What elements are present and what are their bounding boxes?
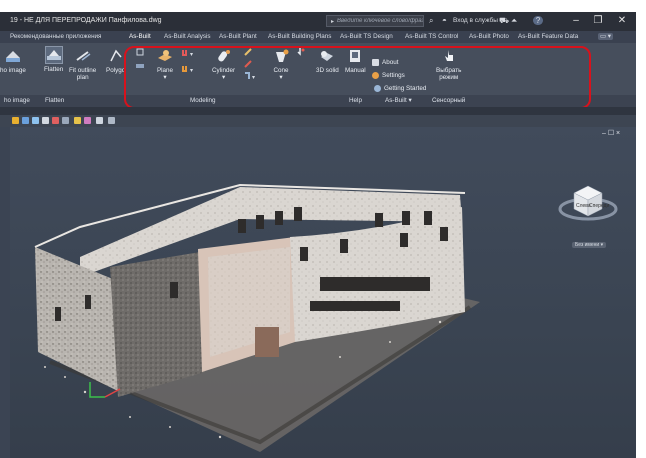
top-margin bbox=[0, 0, 646, 12]
polygon-button[interactable]: Polygo bbox=[106, 47, 125, 74]
chevron-right-icon: ▸ bbox=[331, 18, 335, 25]
minimize-button[interactable]: – bbox=[568, 14, 584, 28]
tab-as-built-feature-data[interactable]: As-Built Feature Data bbox=[518, 33, 578, 40]
tab-as-built-ts-control[interactable]: As-Built TS Control bbox=[405, 33, 458, 40]
tab-as-built-building-plans[interactable]: As-Built Building Plans bbox=[268, 33, 331, 40]
3d-viewport[interactable]: – ☐ × Слева Спереди Без имени ▾ bbox=[10, 127, 636, 458]
flatten-icon bbox=[44, 46, 63, 64]
question-icon[interactable]: ? bbox=[533, 16, 543, 25]
visual-style-icon[interactable] bbox=[32, 117, 39, 124]
panel-flatten: Flatten bbox=[45, 97, 65, 104]
autocad-window: 19 - НЕ ДЛЯ ПЕРЕПРОДАЖИ Панфилова.dwg ▸ … bbox=[0, 12, 636, 458]
palette-icon[interactable] bbox=[84, 117, 91, 124]
point-cloud-building bbox=[34, 183, 480, 452]
ortho-image-button[interactable]: ho image bbox=[0, 47, 26, 74]
panel-ortho-image: ho image bbox=[4, 97, 30, 104]
ribbon-separator bbox=[0, 107, 636, 115]
snap-icon[interactable] bbox=[52, 117, 59, 124]
tab-as-built-photo[interactable]: As-Built Photo bbox=[469, 33, 509, 40]
pencil-tool-icon[interactable] bbox=[74, 117, 81, 124]
fit-outline-plan-button[interactable]: Fit outline plan bbox=[69, 47, 96, 81]
close-button[interactable]: ✕ bbox=[614, 14, 630, 28]
layer-icon[interactable] bbox=[12, 117, 19, 124]
tag-icon[interactable] bbox=[108, 117, 115, 124]
ribbon-tabs: Рекомендованные приложения As-Built As-B… bbox=[0, 31, 636, 43]
signin-button[interactable]: Вход в службы bbox=[453, 17, 498, 24]
search-placeholder: Введите ключевое слово/фразу bbox=[337, 18, 423, 24]
binoculars-icon[interactable]: ⌕ bbox=[429, 16, 433, 26]
highlight-outline bbox=[124, 46, 591, 109]
quick-toolbar bbox=[0, 115, 636, 127]
window-title: 19 - НЕ ДЛЯ ПЕРЕПРОДАЖИ Панфилова.dwg bbox=[10, 17, 162, 24]
view-icon[interactable] bbox=[22, 117, 29, 124]
cart-icon[interactable]: ⛟ bbox=[499, 16, 509, 26]
fit-outline-icon bbox=[74, 47, 92, 65]
flatten-button[interactable]: Flatten bbox=[44, 46, 63, 73]
ortho-icon[interactable] bbox=[62, 117, 69, 124]
user-icon[interactable]: ◓ bbox=[442, 16, 447, 25]
restore-button[interactable]: ❐ bbox=[590, 14, 606, 28]
title-bar: 19 - НЕ ДЛЯ ПЕРЕПРОДАЖИ Панфилова.dwg ▸ … bbox=[0, 12, 636, 31]
ortho-image-icon bbox=[4, 47, 22, 65]
tab-as-built-ts-design[interactable]: As-Built TS Design bbox=[340, 33, 393, 40]
measure-icon[interactable] bbox=[96, 117, 103, 124]
tab-as-built-analysis[interactable]: As-Built Analysis bbox=[164, 33, 211, 40]
tab-as-built-plant[interactable]: As-Built Plant bbox=[219, 33, 257, 40]
grid-icon[interactable] bbox=[42, 117, 49, 124]
polygon-icon bbox=[107, 47, 125, 65]
tab-as-built[interactable]: As-Built bbox=[129, 33, 151, 40]
right-margin bbox=[636, 0, 646, 458]
tab-overflow-icon[interactable]: ▭ ▾ bbox=[598, 33, 613, 40]
search-input[interactable]: ▸ Введите ключевое слово/фразу bbox=[326, 15, 424, 27]
tab-featured-apps[interactable]: Рекомендованные приложения bbox=[10, 33, 101, 40]
triangle-icon[interactable]: ⏶ bbox=[511, 16, 517, 26]
